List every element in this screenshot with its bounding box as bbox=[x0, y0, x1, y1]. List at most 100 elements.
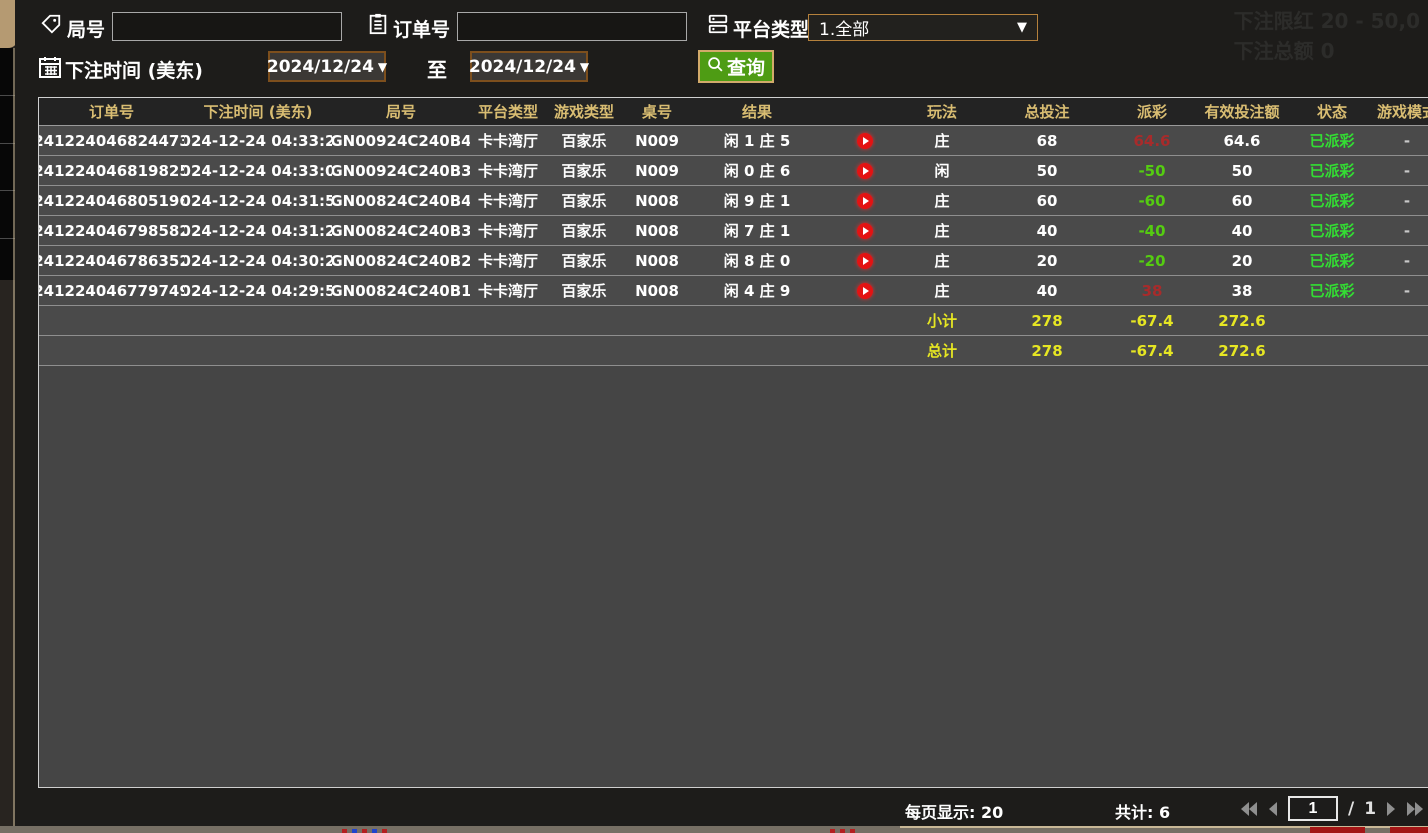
cell-total-bet: 60 bbox=[977, 186, 1117, 215]
cell-bet-time: 2024-12-24 04:31:55 bbox=[184, 186, 332, 215]
table-row: 241224046779749 2024-12-24 04:29:56 GN00… bbox=[39, 276, 1428, 306]
date-to-value: 2024/12/24 bbox=[469, 57, 576, 77]
replay-play-icon[interactable] bbox=[822, 223, 907, 239]
subtotal-total-bet: 278 bbox=[977, 306, 1117, 335]
col-header-payout: 派彩 bbox=[1117, 98, 1187, 125]
cell-bet-time: 2024-12-24 04:29:56 bbox=[184, 276, 332, 305]
pagination: / 1 bbox=[1240, 796, 1424, 821]
cell-order-no: 241224046798582 bbox=[39, 216, 184, 245]
cell-platform: 卡卡湾厅 bbox=[470, 126, 546, 155]
col-header-play: 玩法 bbox=[907, 98, 977, 125]
cell-play: 闲 bbox=[907, 156, 977, 185]
round-number-input[interactable] bbox=[112, 12, 342, 41]
col-header-round-no: 局号 bbox=[332, 98, 470, 125]
col-header-result: 结果 bbox=[692, 98, 907, 125]
cell-valid-bet: 20 bbox=[1187, 246, 1297, 275]
next-page-icon[interactable] bbox=[1386, 802, 1396, 816]
table-row: 241224046786352 2024-12-24 04:30:25 GN00… bbox=[39, 246, 1428, 276]
page-total: 1 bbox=[1364, 799, 1376, 819]
cell-order-no: 241224046824473 bbox=[39, 126, 184, 155]
cell-payout: -50 bbox=[1117, 156, 1187, 185]
cell-table-no: N008 bbox=[622, 186, 692, 215]
grand-total-valid-bet: 272.6 bbox=[1187, 336, 1297, 365]
cell-game-mode: - bbox=[1367, 276, 1428, 305]
grand-total-row: 总计 278 -67.4 272.6 bbox=[39, 336, 1428, 366]
cell-valid-bet: 38 bbox=[1187, 276, 1297, 305]
query-button-label: 查询 bbox=[727, 53, 765, 80]
col-header-order-no: 订单号 bbox=[39, 98, 184, 125]
subtotal-row: 小计 278 -67.4 272.6 bbox=[39, 306, 1428, 336]
cell-table-no: N008 bbox=[622, 276, 692, 305]
platform-stack-icon bbox=[707, 13, 729, 39]
total-count-label: 共计: 6 bbox=[1115, 799, 1170, 823]
cell-round-no: GN00824C240B2 bbox=[332, 246, 470, 275]
first-page-icon[interactable] bbox=[1240, 802, 1258, 816]
table-row: 241224046798582 2024-12-24 04:31:22 GN00… bbox=[39, 216, 1428, 246]
col-header-table-no: 桌号 bbox=[622, 98, 692, 125]
search-icon bbox=[707, 56, 724, 78]
last-page-icon[interactable] bbox=[1406, 802, 1424, 816]
cell-result: 闲 9 庄 1 bbox=[692, 186, 907, 215]
platform-type-select[interactable]: 1.全部 ▼ bbox=[808, 14, 1038, 41]
cell-payout: -20 bbox=[1117, 246, 1187, 275]
cell-valid-bet: 50 bbox=[1187, 156, 1297, 185]
cell-bet-time: 2024-12-24 04:30:25 bbox=[184, 246, 332, 275]
table-row: 241224046819825 2024-12-24 04:33:01 GN00… bbox=[39, 156, 1428, 186]
cell-game-mode: - bbox=[1367, 246, 1428, 275]
page-separator: / bbox=[1348, 799, 1354, 819]
cell-platform: 卡卡湾厅 bbox=[470, 246, 546, 275]
cell-result: 闲 1 庄 5 bbox=[692, 126, 907, 155]
bet-time-label: 下注时间 (美东) bbox=[65, 56, 203, 83]
cell-round-no: GN00824C240B4 bbox=[332, 186, 470, 215]
page-number-input[interactable] bbox=[1288, 796, 1338, 821]
cell-result: 闲 7 庄 1 bbox=[692, 216, 907, 245]
table-footer: 每页显示: 20 共计: 6 / 1 bbox=[15, 793, 1428, 826]
prev-page-icon[interactable] bbox=[1268, 802, 1278, 816]
table-header-row: 订单号 下注时间 (美东) 局号 平台类型 游戏类型 桌号 结果 玩法 总投注 … bbox=[39, 98, 1428, 126]
cell-play: 庄 bbox=[907, 246, 977, 275]
cell-payout: 64.6 bbox=[1117, 126, 1187, 155]
grand-total-label: 总计 bbox=[907, 336, 977, 365]
cell-play: 庄 bbox=[907, 276, 977, 305]
cell-game-type: 百家乐 bbox=[546, 126, 622, 155]
cell-game-mode: - bbox=[1367, 186, 1428, 215]
date-from-select[interactable]: 2024/12/24 ▼ bbox=[268, 51, 386, 82]
background-page-bottom-strip bbox=[0, 826, 1428, 833]
replay-play-icon[interactable] bbox=[822, 253, 907, 269]
cell-round-no: GN00924C240B4 bbox=[332, 126, 470, 155]
cell-table-no: N008 bbox=[622, 246, 692, 275]
cell-valid-bet: 40 bbox=[1187, 216, 1297, 245]
cell-bet-time: 2024-12-24 04:31:22 bbox=[184, 216, 332, 245]
cell-round-no: GN00824C240B1 bbox=[332, 276, 470, 305]
tag-icon bbox=[40, 13, 62, 39]
grand-total-payout: -67.4 bbox=[1117, 336, 1187, 365]
query-button[interactable]: 查询 bbox=[698, 50, 774, 83]
cell-game-type: 百家乐 bbox=[546, 186, 622, 215]
cell-play: 庄 bbox=[907, 216, 977, 245]
date-to-select[interactable]: 2024/12/24 ▼ bbox=[470, 51, 588, 82]
replay-play-icon[interactable] bbox=[822, 133, 907, 149]
replay-play-icon[interactable] bbox=[822, 163, 907, 179]
col-header-game-type: 游戏类型 bbox=[546, 98, 622, 125]
cell-platform: 卡卡湾厅 bbox=[470, 216, 546, 245]
date-range-to-label: 至 bbox=[427, 54, 447, 83]
bet-history-panel: 下注限红 20 - 50,0 下注总额 0 局号 订单号 平台类型 1.全部 ▼… bbox=[15, 0, 1428, 826]
replay-play-icon[interactable] bbox=[822, 193, 907, 209]
order-number-label: 订单号 bbox=[393, 15, 450, 42]
cell-result: 闲 8 庄 0 bbox=[692, 246, 907, 275]
cell-total-bet: 40 bbox=[977, 216, 1117, 245]
cell-order-no: 241224046819825 bbox=[39, 156, 184, 185]
table-row: 241224046805196 2024-12-24 04:31:55 GN00… bbox=[39, 186, 1428, 216]
order-number-input[interactable] bbox=[457, 12, 687, 41]
cell-valid-bet: 64.6 bbox=[1187, 126, 1297, 155]
cell-table-no: N008 bbox=[622, 216, 692, 245]
cell-bet-time: 2024-12-24 04:33:26 bbox=[184, 126, 332, 155]
subtotal-payout: -67.4 bbox=[1117, 306, 1187, 335]
cell-result: 闲 0 庄 6 bbox=[692, 156, 907, 185]
cell-order-no: 241224046805196 bbox=[39, 186, 184, 215]
cell-valid-bet: 60 bbox=[1187, 186, 1297, 215]
replay-play-icon[interactable] bbox=[822, 283, 907, 299]
cell-status: 已派彩 bbox=[1297, 216, 1367, 245]
date-from-value: 2024/12/24 bbox=[267, 57, 374, 77]
subtotal-label: 小计 bbox=[907, 306, 977, 335]
